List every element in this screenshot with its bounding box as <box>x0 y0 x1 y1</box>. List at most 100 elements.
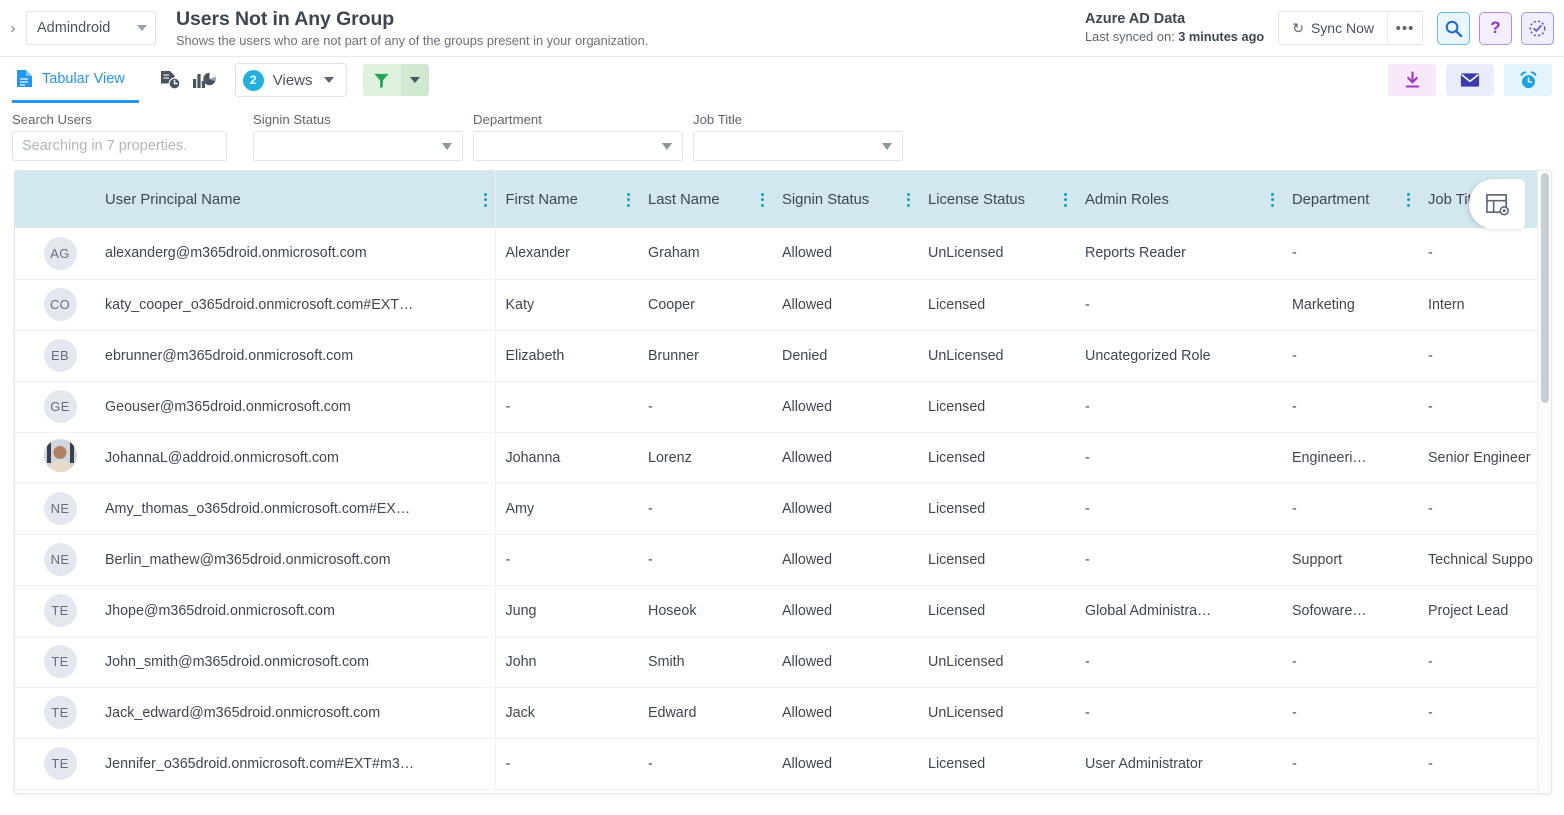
table-row[interactable]: AGalexanderg@m365droid.onmicrosoft.comAl… <box>15 228 1552 279</box>
column-menu-icon[interactable] <box>1058 193 1067 207</box>
cell-user-principal-name[interactable]: katy_cooper_o365droid.onmicrosoft.com#EX… <box>95 279 495 330</box>
cell-job-title: - <box>1418 687 1552 738</box>
table-row[interactable]: NE Amy_thomas_o365droid.onmicrosoft.com#E… <box>15 483 1552 534</box>
cell-user-principal-name[interactable]: Jennifer_o365droid.onmicrosoft.com#EXT#m… <box>95 738 495 789</box>
cell-user-principal-name[interactable]: Geouser@m365droid.onmicrosoft.com <box>95 381 495 432</box>
table-row[interactable]: TEJhope@m365droid.onmicrosoft.comJungHos… <box>15 585 1552 636</box>
cell-user-principal-name[interactable]: ebrunner@m365droid.onmicrosoft.com <box>95 330 495 381</box>
cell-avatar: CO <box>15 279 95 330</box>
cell-user-principal-name[interactable]: alexanderg@m365droid.onmicrosoft.com <box>95 228 495 279</box>
cell-signin-status: Allowed <box>772 534 918 585</box>
cell-first-name: - <box>495 381 638 432</box>
table-row[interactable]: EBebrunner@m365droid.onmicrosoft.comEliz… <box>15 330 1552 381</box>
cell-avatar: TE <box>15 687 95 738</box>
column-header-signin-status[interactable]: Signin Status <box>772 171 918 228</box>
sync-more-button[interactable]: ••• <box>1388 12 1422 44</box>
cell-user-principal-name[interactable]: Jack_edward@m365droid.onmicrosoft.com <box>95 687 495 738</box>
scrollbar-thumb[interactable] <box>1541 173 1549 403</box>
grid-settings-icon[interactable] <box>1469 179 1525 229</box>
column-menu-icon[interactable] <box>755 193 764 207</box>
vertical-scrollbar[interactable] <box>1537 171 1551 793</box>
column-header-last-name[interactable]: Last Name <box>638 171 772 228</box>
cell-signin-status: Allowed <box>772 279 918 330</box>
header-icon-buttons: ? <box>1437 12 1554 45</box>
column-menu-icon[interactable] <box>1265 193 1274 207</box>
cell-avatar: NE <box>15 534 95 585</box>
cell-job-title: - <box>1418 330 1552 381</box>
column-header-license-status[interactable]: License Status <box>918 171 1075 228</box>
download-icon[interactable] <box>1388 64 1436 96</box>
schedule-alarm-icon[interactable] <box>1504 64 1552 96</box>
table-body: AGalexanderg@m365droid.onmicrosoft.comAl… <box>15 228 1552 789</box>
cell-user-principal-name[interactable]: Berlin_mathew@m365droid.onmicrosoft.com <box>95 534 495 585</box>
cell-signin-status: Allowed <box>772 228 918 279</box>
avatar-initials: NE <box>44 543 77 576</box>
cell-first-name: Amy <box>495 483 638 534</box>
table-row[interactable]: TE Jennifer_o365droid.onmicrosoft.com#EXT… <box>15 738 1552 789</box>
tab-tabular-view[interactable]: Tabular View <box>12 57 139 103</box>
column-menu-icon[interactable] <box>478 193 487 207</box>
cell-admin-roles: - <box>1075 636 1282 687</box>
avatar-initials: GE <box>44 390 77 423</box>
avatar-initials: TE <box>44 747 77 780</box>
cell-user-principal-name[interactable]: John_smith@m365droid.onmicrosoft.com <box>95 636 495 687</box>
filter-dropdown-button[interactable] <box>401 64 429 96</box>
table-row[interactable]: JohannaL@addroid.onmicrosoft.comJohannaL… <box>15 432 1552 483</box>
views-button[interactable]: 2 Views <box>235 63 347 97</box>
column-header-admin-roles[interactable]: Admin Roles <box>1075 171 1282 228</box>
cell-first-name: Katy <box>495 279 638 330</box>
sync-status-icon[interactable] <box>1521 12 1554 45</box>
email-icon[interactable] <box>1446 64 1494 96</box>
search-icon[interactable] <box>1437 12 1470 45</box>
cell-admin-roles: User Administrator <box>1075 738 1282 789</box>
funnel-icon[interactable] <box>363 64 401 96</box>
cell-department: - <box>1282 330 1418 381</box>
cell-signin-status: Allowed <box>772 585 918 636</box>
column-menu-icon[interactable] <box>901 193 910 207</box>
chart-view-icon[interactable] <box>187 64 221 96</box>
cell-signin-status: Allowed <box>772 636 918 687</box>
cell-job-title: - <box>1418 381 1552 432</box>
cell-license-status: UnLicensed <box>918 687 1075 738</box>
column-label: Admin Roles <box>1085 192 1169 208</box>
report-schedule-icon[interactable] <box>153 64 187 96</box>
column-menu-icon[interactable] <box>621 193 630 207</box>
cell-department: - <box>1282 738 1418 789</box>
signin-status-select[interactable] <box>253 131 463 161</box>
cell-user-principal-name[interactable]: JohannaL@addroid.onmicrosoft.com <box>95 432 495 483</box>
cell-job-title: Technical Suppo <box>1418 534 1552 585</box>
page-subtitle: Shows the users who are not part of any … <box>176 32 648 49</box>
cell-user-principal-name[interactable]: Amy_thomas_o365droid.onmicrosoft.com#EX… <box>95 483 495 534</box>
column-header-first-name[interactable]: First Name <box>495 171 638 228</box>
cell-job-title: - <box>1418 483 1552 534</box>
column-menu-icon[interactable] <box>1401 193 1410 207</box>
filter-search-users: Search Users <box>12 112 227 161</box>
chevron-down-icon <box>137 25 147 31</box>
column-header-user-principal-name[interactable]: User Principal Name <box>95 171 495 228</box>
search-input[interactable] <box>12 131 227 161</box>
filter-signin-status: Signin Status <box>253 112 463 161</box>
table-row[interactable]: GEGeouser@m365droid.onmicrosoft.com--All… <box>15 381 1552 432</box>
tenant-selector[interactable]: Admindroid <box>26 11 156 45</box>
cell-user-principal-name[interactable]: Jhope@m365droid.onmicrosoft.com <box>95 585 495 636</box>
filter-department: Department <box>473 112 683 161</box>
sidebar-collapse-icon[interactable]: › <box>0 20 26 37</box>
table-row[interactable]: TEJohn_smith@m365droid.onmicrosoft.comJo… <box>15 636 1552 687</box>
column-header-department[interactable]: Department <box>1282 171 1418 228</box>
views-count-badge: 2 <box>243 70 264 91</box>
sync-now-button[interactable]: ↻ Sync Now <box>1279 12 1388 44</box>
cell-department: - <box>1282 228 1418 279</box>
avatar-initials: NE <box>44 492 77 525</box>
cell-avatar: EB <box>15 330 95 381</box>
avatar-initials: CO <box>44 288 77 321</box>
table-row[interactable]: CO katy_cooper_o365droid.onmicrosoft.com#… <box>15 279 1552 330</box>
department-select[interactable] <box>473 131 683 161</box>
job-title-select[interactable] <box>693 131 903 161</box>
table-row[interactable]: TEJack_edward@m365droid.onmicrosoft.comJ… <box>15 687 1552 738</box>
table-header-row: User Principal Name First Name Last Name <box>15 171 1552 228</box>
cell-job-title: - <box>1418 738 1552 789</box>
cell-license-status: Licensed <box>918 738 1075 789</box>
table-row[interactable]: NE Berlin_mathew@m365droid.onmicrosoft.co… <box>15 534 1552 585</box>
help-icon[interactable]: ? <box>1479 12 1512 45</box>
avatar-initials: TE <box>44 645 77 678</box>
